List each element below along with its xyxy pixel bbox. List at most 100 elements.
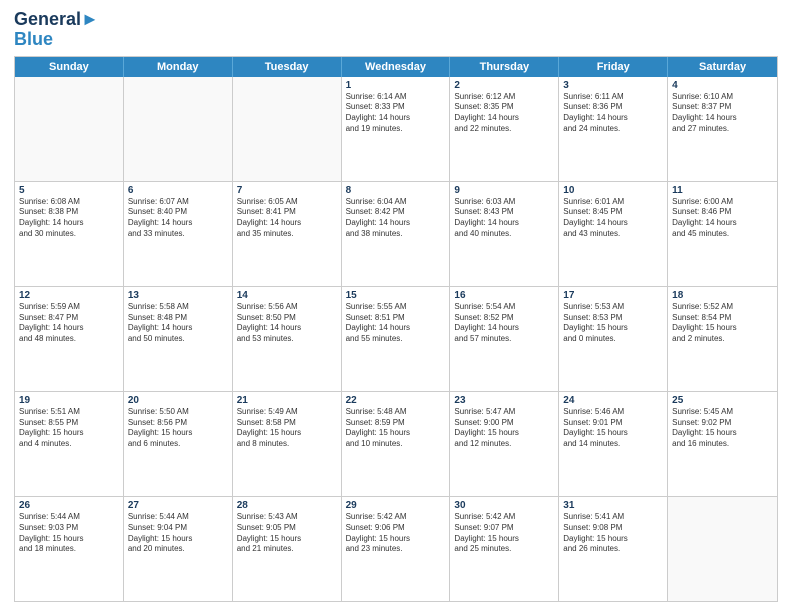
cell-text: Sunrise: 5:43 AM Sunset: 9:05 PM Dayligh… (237, 512, 337, 555)
cell-text: Sunrise: 5:50 AM Sunset: 8:56 PM Dayligh… (128, 407, 228, 450)
logo-text: General► (14, 10, 99, 30)
calendar-cell-29: 29Sunrise: 5:42 AM Sunset: 9:06 PM Dayli… (342, 497, 451, 601)
day-number: 11 (672, 185, 773, 196)
day-number: 8 (346, 185, 446, 196)
calendar-cell-13: 13Sunrise: 5:58 AM Sunset: 8:48 PM Dayli… (124, 287, 233, 391)
day-number: 19 (19, 395, 119, 406)
calendar-cell-28: 28Sunrise: 5:43 AM Sunset: 9:05 PM Dayli… (233, 497, 342, 601)
calendar-cell-7: 7Sunrise: 6:05 AM Sunset: 8:41 PM Daylig… (233, 182, 342, 286)
calendar-row-0: 1Sunrise: 6:14 AM Sunset: 8:33 PM Daylig… (15, 77, 777, 181)
calendar-cell-5: 5Sunrise: 6:08 AM Sunset: 8:38 PM Daylig… (15, 182, 124, 286)
calendar-row-2: 12Sunrise: 5:59 AM Sunset: 8:47 PM Dayli… (15, 286, 777, 391)
calendar-cell-empty-0-1 (124, 77, 233, 181)
logo-blue: Blue (14, 30, 99, 50)
calendar-cell-15: 15Sunrise: 5:55 AM Sunset: 8:51 PM Dayli… (342, 287, 451, 391)
calendar-cell-21: 21Sunrise: 5:49 AM Sunset: 8:58 PM Dayli… (233, 392, 342, 496)
cell-text: Sunrise: 5:54 AM Sunset: 8:52 PM Dayligh… (454, 302, 554, 345)
day-number: 5 (19, 185, 119, 196)
calendar-cell-23: 23Sunrise: 5:47 AM Sunset: 9:00 PM Dayli… (450, 392, 559, 496)
calendar-cell-empty-0-0 (15, 77, 124, 181)
day-number: 31 (563, 500, 663, 511)
calendar-cell-31: 31Sunrise: 5:41 AM Sunset: 9:08 PM Dayli… (559, 497, 668, 601)
day-number: 3 (563, 80, 663, 91)
calendar-cell-14: 14Sunrise: 5:56 AM Sunset: 8:50 PM Dayli… (233, 287, 342, 391)
day-number: 10 (563, 185, 663, 196)
calendar-cell-24: 24Sunrise: 5:46 AM Sunset: 9:01 PM Dayli… (559, 392, 668, 496)
day-number: 24 (563, 395, 663, 406)
calendar: SundayMondayTuesdayWednesdayThursdayFrid… (14, 56, 778, 602)
calendar-cell-27: 27Sunrise: 5:44 AM Sunset: 9:04 PM Dayli… (124, 497, 233, 601)
cell-text: Sunrise: 5:47 AM Sunset: 9:00 PM Dayligh… (454, 407, 554, 450)
calendar-cell-6: 6Sunrise: 6:07 AM Sunset: 8:40 PM Daylig… (124, 182, 233, 286)
cell-text: Sunrise: 5:59 AM Sunset: 8:47 PM Dayligh… (19, 302, 119, 345)
calendar-cell-1: 1Sunrise: 6:14 AM Sunset: 8:33 PM Daylig… (342, 77, 451, 181)
header-day-tuesday: Tuesday (233, 57, 342, 77)
cell-text: Sunrise: 6:14 AM Sunset: 8:33 PM Dayligh… (346, 92, 446, 135)
cell-text: Sunrise: 5:56 AM Sunset: 8:50 PM Dayligh… (237, 302, 337, 345)
calendar-cell-17: 17Sunrise: 5:53 AM Sunset: 8:53 PM Dayli… (559, 287, 668, 391)
cell-text: Sunrise: 5:58 AM Sunset: 8:48 PM Dayligh… (128, 302, 228, 345)
calendar-cell-18: 18Sunrise: 5:52 AM Sunset: 8:54 PM Dayli… (668, 287, 777, 391)
cell-text: Sunrise: 5:55 AM Sunset: 8:51 PM Dayligh… (346, 302, 446, 345)
calendar-row-1: 5Sunrise: 6:08 AM Sunset: 8:38 PM Daylig… (15, 181, 777, 286)
calendar-cell-3: 3Sunrise: 6:11 AM Sunset: 8:36 PM Daylig… (559, 77, 668, 181)
cell-text: Sunrise: 5:49 AM Sunset: 8:58 PM Dayligh… (237, 407, 337, 450)
cell-text: Sunrise: 5:42 AM Sunset: 9:06 PM Dayligh… (346, 512, 446, 555)
calendar-cell-12: 12Sunrise: 5:59 AM Sunset: 8:47 PM Dayli… (15, 287, 124, 391)
day-number: 17 (563, 290, 663, 301)
cell-text: Sunrise: 5:41 AM Sunset: 9:08 PM Dayligh… (563, 512, 663, 555)
logo: General► Blue (14, 10, 99, 50)
day-number: 30 (454, 500, 554, 511)
day-number: 20 (128, 395, 228, 406)
cell-text: Sunrise: 5:46 AM Sunset: 9:01 PM Dayligh… (563, 407, 663, 450)
cell-text: Sunrise: 5:48 AM Sunset: 8:59 PM Dayligh… (346, 407, 446, 450)
cell-text: Sunrise: 5:53 AM Sunset: 8:53 PM Dayligh… (563, 302, 663, 345)
cell-text: Sunrise: 6:05 AM Sunset: 8:41 PM Dayligh… (237, 197, 337, 240)
day-number: 1 (346, 80, 446, 91)
header-day-friday: Friday (559, 57, 668, 77)
calendar-header: SundayMondayTuesdayWednesdayThursdayFrid… (15, 57, 777, 77)
header: General► Blue (14, 10, 778, 50)
cell-text: Sunrise: 6:00 AM Sunset: 8:46 PM Dayligh… (672, 197, 773, 240)
calendar-row-3: 19Sunrise: 5:51 AM Sunset: 8:55 PM Dayli… (15, 391, 777, 496)
header-day-saturday: Saturday (668, 57, 777, 77)
calendar-body: 1Sunrise: 6:14 AM Sunset: 8:33 PM Daylig… (15, 77, 777, 601)
cell-text: Sunrise: 5:44 AM Sunset: 9:03 PM Dayligh… (19, 512, 119, 555)
day-number: 29 (346, 500, 446, 511)
calendar-cell-10: 10Sunrise: 6:01 AM Sunset: 8:45 PM Dayli… (559, 182, 668, 286)
cell-text: Sunrise: 5:44 AM Sunset: 9:04 PM Dayligh… (128, 512, 228, 555)
day-number: 14 (237, 290, 337, 301)
calendar-cell-20: 20Sunrise: 5:50 AM Sunset: 8:56 PM Dayli… (124, 392, 233, 496)
calendar-cell-26: 26Sunrise: 5:44 AM Sunset: 9:03 PM Dayli… (15, 497, 124, 601)
cell-text: Sunrise: 6:04 AM Sunset: 8:42 PM Dayligh… (346, 197, 446, 240)
cell-text: Sunrise: 6:10 AM Sunset: 8:37 PM Dayligh… (672, 92, 773, 135)
calendar-cell-19: 19Sunrise: 5:51 AM Sunset: 8:55 PM Dayli… (15, 392, 124, 496)
cell-text: Sunrise: 6:08 AM Sunset: 8:38 PM Dayligh… (19, 197, 119, 240)
cell-text: Sunrise: 5:51 AM Sunset: 8:55 PM Dayligh… (19, 407, 119, 450)
cell-text: Sunrise: 6:11 AM Sunset: 8:36 PM Dayligh… (563, 92, 663, 135)
cell-text: Sunrise: 6:07 AM Sunset: 8:40 PM Dayligh… (128, 197, 228, 240)
cell-text: Sunrise: 5:45 AM Sunset: 9:02 PM Dayligh… (672, 407, 773, 450)
day-number: 28 (237, 500, 337, 511)
day-number: 2 (454, 80, 554, 91)
page: General► Blue SundayMondayTuesdayWednesd… (0, 0, 792, 612)
calendar-row-4: 26Sunrise: 5:44 AM Sunset: 9:03 PM Dayli… (15, 496, 777, 601)
calendar-cell-9: 9Sunrise: 6:03 AM Sunset: 8:43 PM Daylig… (450, 182, 559, 286)
calendar-cell-4: 4Sunrise: 6:10 AM Sunset: 8:37 PM Daylig… (668, 77, 777, 181)
header-day-thursday: Thursday (450, 57, 559, 77)
cell-text: Sunrise: 5:52 AM Sunset: 8:54 PM Dayligh… (672, 302, 773, 345)
day-number: 22 (346, 395, 446, 406)
day-number: 12 (19, 290, 119, 301)
calendar-cell-empty-0-2 (233, 77, 342, 181)
day-number: 27 (128, 500, 228, 511)
header-day-sunday: Sunday (15, 57, 124, 77)
calendar-cell-25: 25Sunrise: 5:45 AM Sunset: 9:02 PM Dayli… (668, 392, 777, 496)
day-number: 15 (346, 290, 446, 301)
calendar-cell-2: 2Sunrise: 6:12 AM Sunset: 8:35 PM Daylig… (450, 77, 559, 181)
day-number: 16 (454, 290, 554, 301)
calendar-cell-30: 30Sunrise: 5:42 AM Sunset: 9:07 PM Dayli… (450, 497, 559, 601)
day-number: 18 (672, 290, 773, 301)
day-number: 26 (19, 500, 119, 511)
header-day-wednesday: Wednesday (342, 57, 451, 77)
calendar-cell-22: 22Sunrise: 5:48 AM Sunset: 8:59 PM Dayli… (342, 392, 451, 496)
